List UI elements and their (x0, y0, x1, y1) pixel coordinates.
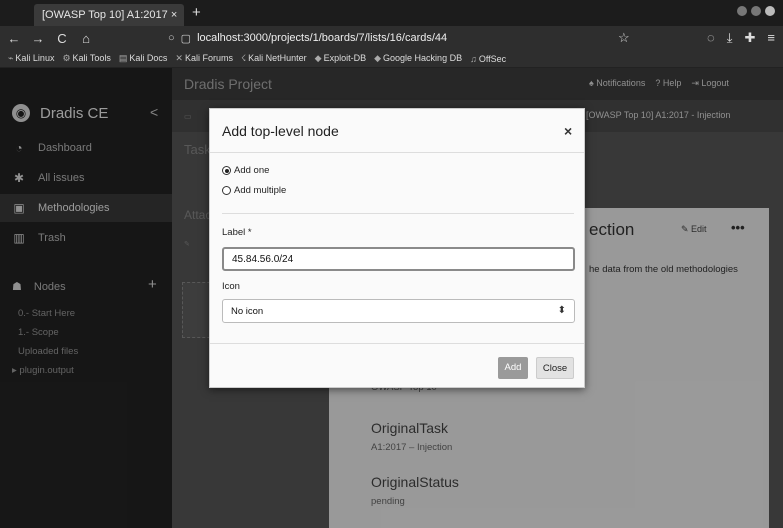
label-input[interactable] (222, 247, 575, 271)
radio-label: Add one (234, 165, 270, 176)
url-text: localhost:3000/projects/1/boards/7/lists… (197, 32, 448, 44)
window-controls (737, 6, 775, 16)
download-icon[interactable]: ⤓ (727, 30, 733, 46)
bookmark-icon: ◆ (374, 53, 382, 63)
page-icon: ▢ (180, 32, 192, 45)
bookmark-kali-nethunter[interactable]: ☇ Kali NetHunter (241, 53, 307, 64)
pocket-icon[interactable]: ◌ (707, 30, 715, 46)
radio-button[interactable] (222, 166, 231, 175)
minimize-button[interactable] (737, 6, 747, 16)
bookmark-kali-forums[interactable]: ✕ Kali Forums (175, 53, 233, 64)
modal-header: Add top-level node × (210, 109, 584, 153)
home-icon[interactable]: ⌂ (76, 31, 96, 46)
select-caret-icon: ⬍ (557, 305, 566, 316)
bookmark-icon: ◆ (314, 53, 322, 63)
bookmarks-bar: ⌁ Kali Linux ⚙ Kali Tools ▤ Kali Docs ✕ Kali… (0, 50, 783, 68)
back-icon[interactable]: ← (4, 31, 24, 46)
bookmark-icon: ☇ (240, 53, 247, 63)
divider (210, 343, 584, 344)
new-tab-button[interactable]: + (192, 4, 201, 21)
divider (222, 213, 574, 214)
bookmark-exploit-db[interactable]: ◆ Exploit-DB (315, 53, 366, 64)
radio-add-one[interactable]: Add one (222, 165, 269, 176)
close-icon[interactable]: × (564, 123, 572, 139)
address-bar[interactable]: ○ ▢ localhost:3000/projects/1/boards/7/l… (168, 28, 638, 48)
bookmark-kali-tools[interactable]: ⚙ Kali Tools (62, 53, 110, 64)
bookmark-offsec[interactable]: ♫ OffSec (470, 54, 506, 64)
add-node-modal: Add top-level node × Add one Add multipl… (209, 108, 585, 388)
radio-button[interactable] (222, 186, 231, 195)
browser-toolbar-right: ◌ ⤓ ✚ ≡ (707, 30, 775, 46)
bookmark-icon: ✕ (175, 53, 183, 63)
bookmark-kali-docs[interactable]: ▤ Kali Docs (119, 53, 168, 64)
extensions-icon[interactable]: ✚ (745, 30, 756, 46)
modal-title: Add top-level node (222, 123, 339, 139)
bookmark-google-hacking-db[interactable]: ◆ Google Hacking DB (374, 53, 462, 64)
browser-navbar: ← → C ⌂ ○ ▢ localhost:3000/projects/1/bo… (0, 26, 783, 50)
browser-tabbar: [OWASP Top 10] A1:2017 × + (0, 0, 783, 26)
tab-title: [OWASP Top 10] A1:2017 × (42, 9, 178, 21)
icon-field-label: Icon (222, 281, 240, 292)
bookmark-icon: ⚙ (62, 53, 71, 63)
bookmark-icon: ▤ (118, 53, 128, 63)
bookmark-kali-linux[interactable]: ⌁ Kali Linux (8, 53, 54, 64)
forward-icon[interactable]: → (28, 31, 48, 46)
browser-tab[interactable]: [OWASP Top 10] A1:2017 × (34, 4, 184, 26)
label-field-label: Label * (222, 227, 252, 238)
radio-label: Add multiple (234, 185, 287, 196)
bookmark-icon: ⌁ (8, 53, 14, 63)
close-button[interactable]: Close (536, 357, 574, 379)
menu-icon[interactable]: ≡ (767, 30, 775, 46)
shield-icon: ○ (168, 32, 175, 44)
maximize-button[interactable] (751, 6, 761, 16)
icon-select-value: No icon (231, 306, 264, 317)
window-close-button[interactable] (765, 6, 775, 16)
bookmark-icon: ♫ (470, 53, 477, 64)
add-button[interactable]: Add (498, 357, 528, 379)
icon-select[interactable]: No icon ⬍ (222, 299, 575, 323)
reload-icon[interactable]: C (52, 31, 72, 46)
bookmark-star-icon[interactable]: ☆ (618, 30, 630, 46)
radio-add-multiple[interactable]: Add multiple (222, 185, 286, 196)
